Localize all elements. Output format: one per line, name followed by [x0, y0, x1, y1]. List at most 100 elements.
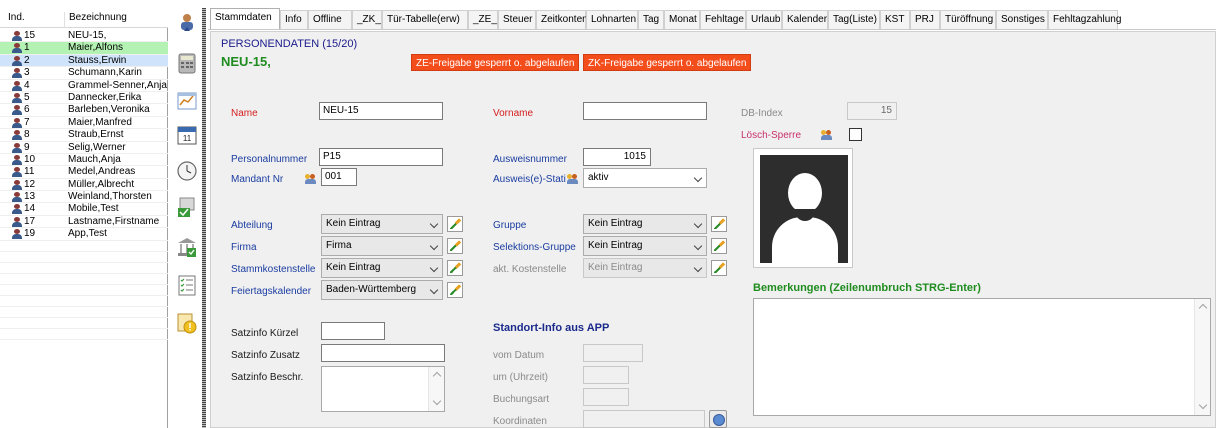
mandant-field[interactable]: 001 [321, 168, 357, 186]
employee-row[interactable]: 1 Maier,Alfons [0, 42, 168, 55]
tab-monat[interactable]: Monat [664, 10, 700, 29]
loesch-sperre-checkbox[interactable] [849, 128, 862, 141]
tab-kalender[interactable]: Kalender [782, 10, 828, 29]
tab-urlaub[interactable]: Urlaub [746, 10, 782, 29]
abteilung-edit-icon[interactable] [447, 216, 463, 232]
tab-zk[interactable]: _ZK_ [352, 10, 382, 29]
tab-steuer[interactable]: Steuer [498, 10, 536, 29]
stammkst-edit-icon[interactable] [447, 260, 463, 276]
gruppe-select[interactable]: Kein Eintrag [583, 214, 707, 234]
user-icon [12, 80, 22, 91]
standort-info-title: Standort-Info aus APP [493, 322, 610, 334]
column-header-bezeichnung[interactable]: Bezeichnung [64, 12, 127, 28]
satz-beschr-scrollbar[interactable] [428, 367, 444, 411]
employee-index: 3 [24, 67, 30, 79]
user-icon [12, 55, 22, 66]
aktkst-edit-icon[interactable] [711, 260, 727, 276]
tab-offline[interactable]: Offline [308, 10, 352, 29]
tab-kst[interactable]: KST [880, 10, 910, 29]
ausweisstati-select[interactable]: aktiv [583, 168, 707, 188]
employee-row[interactable]: 10 Mauch,Anja [0, 154, 168, 167]
employee-row[interactable]: 17 Lastname,Firstname [0, 215, 168, 229]
vorname-label: Vorname [493, 108, 534, 119]
ze-release-badge[interactable]: ZE-Freigabe gesperrt o. abgelaufen [411, 54, 580, 71]
employee-index: 2 [24, 54, 30, 66]
person-upload-icon[interactable] [176, 12, 198, 34]
employee-list-header: Ind. Bezeichnung [0, 8, 168, 28]
tab-fehltagzahlung[interactable]: Fehltagzahlung [1048, 10, 1121, 29]
user-icon [12, 68, 22, 79]
feiertag-edit-icon[interactable] [447, 282, 463, 298]
employee-row[interactable]: 6 Barleben,Veronika [0, 104, 168, 117]
tab-prj[interactable]: PRJ [910, 10, 940, 29]
employee-row[interactable]: 3 Schumann,Karin [0, 67, 168, 80]
clock-icon[interactable] [176, 160, 198, 182]
firma-edit-icon[interactable] [447, 238, 463, 254]
employee-row[interactable]: 5 Dannecker,Erika [0, 91, 168, 105]
tab-türöffnung[interactable]: Türöffnung [940, 10, 996, 29]
abteilung-select[interactable]: Kein Eintrag [321, 214, 443, 234]
loesch-sperre-label: Lösch-Sperre [741, 130, 802, 141]
tab-sonstiges[interactable]: Sonstiges [996, 10, 1048, 29]
tab-fehltage[interactable]: Fehltage [700, 10, 746, 29]
checklist-icon[interactable] [176, 274, 198, 296]
employee-row[interactable]: 4 Grammel-Senner,Anja [0, 80, 168, 92]
selektion-select[interactable]: Kein Eintrag [583, 236, 707, 256]
ausweisnummer-field[interactable]: 1015 [583, 148, 651, 166]
feiertag-select[interactable]: Baden-Württemberg [321, 280, 443, 300]
bank-icon[interactable] [176, 236, 198, 258]
section-title: PERSONENDATEN (15/20) [221, 38, 358, 50]
employee-name: Lastname,Firstname [68, 215, 160, 227]
employee-row[interactable]: 12 Müller,Albrecht [0, 179, 168, 192]
zk-release-badge[interactable]: ZK-Freigabe gesperrt o. abgelaufen [583, 54, 752, 71]
employee-name: Dannecker,Erika [68, 91, 142, 103]
employee-row[interactable]: 2 Stauss,Erwin [0, 54, 168, 68]
employee-row[interactable]: 7 Maier,Manfred [0, 117, 168, 130]
employee-row[interactable]: 13 Weinland,Thorsten [0, 191, 168, 204]
vorname-field[interactable] [583, 102, 707, 120]
column-header-ind[interactable]: Ind. [8, 12, 25, 23]
satz-beschr-textarea[interactable] [321, 366, 445, 412]
empty-list-row [0, 241, 168, 252]
stammkst-select[interactable]: Kein Eintrag [321, 258, 443, 278]
bemerkungen-scrollbar[interactable] [1194, 299, 1210, 415]
tab-info[interactable]: Info [280, 10, 308, 29]
bemerkungen-label: Bemerkungen (Zeilenumbruch STRG-Enter) [753, 282, 981, 294]
firma-select[interactable]: Firma [321, 236, 443, 256]
tab-ze[interactable]: _ZE_ [468, 10, 498, 29]
employee-row[interactable]: 9 Selig,Werner [0, 142, 168, 154]
employee-photo[interactable] [753, 148, 853, 268]
user-icon [12, 229, 22, 240]
tab-tag[interactable]: Tag [638, 10, 664, 29]
satz-zusatz-field[interactable] [321, 344, 445, 362]
globe-icon[interactable] [709, 410, 727, 428]
tab-lohnarten[interactable]: Lohnarten [586, 10, 638, 29]
warning-document-icon[interactable] [176, 312, 198, 334]
bemerkungen-textarea[interactable] [753, 298, 1211, 416]
calendar-icon[interactable]: 11 [176, 124, 198, 146]
tab-stammdaten[interactable]: Stammdaten [210, 8, 280, 29]
calculator-icon[interactable] [176, 52, 198, 74]
satz-kuerzel-field[interactable] [321, 322, 385, 340]
employee-list-panel: Ind. Bezeichnung 15 NEU-15, 1 Maier,Alfons 2… [0, 8, 168, 428]
personalnummer-label: Personalnummer [231, 154, 308, 165]
personalnummer-field[interactable]: P15 [319, 148, 443, 166]
user-icon [12, 105, 22, 116]
tab-tag-liste[interactable]: Tag(Liste) [828, 10, 880, 29]
employee-row[interactable]: 11 Medel,Andreas [0, 166, 168, 179]
user-icon [12, 43, 22, 54]
chart-icon[interactable] [176, 90, 198, 112]
tab-zeitkonten[interactable]: Zeitkonten [536, 10, 588, 29]
gruppe-edit-icon[interactable] [711, 216, 727, 232]
employee-name: Barleben,Veronika [68, 104, 150, 116]
employee-row[interactable]: 14 Mobile,Test [0, 203, 168, 216]
employee-row[interactable]: 19 App,Test [0, 228, 168, 241]
employee-row[interactable]: 15 NEU-15, [0, 30, 168, 43]
employee-row[interactable]: 8 Straub,Ernst [0, 129, 168, 142]
tab-tür-tabelle-erw[interactable]: Tür-Tabelle(erw) [382, 10, 468, 29]
user-icon [12, 142, 22, 153]
approval-icon[interactable] [176, 196, 198, 218]
employee-index: 9 [24, 141, 30, 153]
selektion-edit-icon[interactable] [711, 238, 727, 254]
name-field[interactable]: NEU-15 [319, 102, 443, 120]
